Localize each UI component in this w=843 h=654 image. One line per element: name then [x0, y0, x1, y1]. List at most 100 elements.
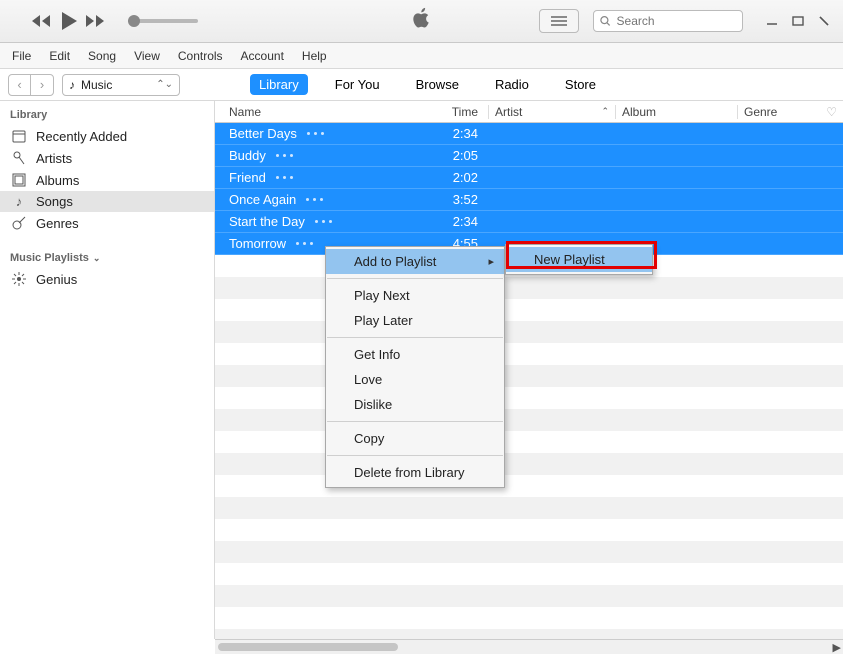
- guitar-icon: [10, 215, 28, 231]
- menu-help[interactable]: Help: [302, 49, 327, 63]
- tab-for-you[interactable]: For You: [326, 74, 389, 95]
- column-header-name[interactable]: Name: [215, 105, 440, 119]
- more-icon[interactable]: [276, 176, 293, 179]
- heart-icon: ♡: [826, 105, 837, 119]
- more-icon[interactable]: [296, 242, 313, 245]
- menu-item-copy[interactable]: Copy: [326, 426, 504, 451]
- clock-icon: [10, 128, 28, 144]
- window-minimize-button[interactable]: [763, 12, 781, 30]
- apple-logo-icon: [412, 7, 432, 35]
- menu-item-dislike[interactable]: Dislike: [326, 392, 504, 417]
- nav-forward-button[interactable]: ›: [31, 75, 53, 95]
- song-title: Tomorrow: [229, 236, 286, 251]
- submenu-add-to-playlist: New Playlist: [505, 244, 653, 275]
- window-maximize-button[interactable]: [789, 12, 807, 30]
- menu-song[interactable]: Song: [88, 49, 116, 63]
- menu-edit[interactable]: Edit: [49, 49, 70, 63]
- sidebar-item-genres[interactable]: Genres: [0, 212, 214, 234]
- player-toolbar: [0, 0, 843, 43]
- chevron-down-icon: ⌄: [93, 253, 101, 264]
- volume-slider[interactable]: [128, 19, 198, 23]
- table-row[interactable]: Once Again 3:52: [215, 189, 843, 211]
- menu-controls[interactable]: Controls: [178, 49, 223, 63]
- menubar: File Edit Song View Controls Account Hel…: [0, 43, 843, 69]
- sidebar-item-genius[interactable]: Genius: [0, 268, 214, 290]
- menu-item-new-playlist[interactable]: New Playlist: [506, 247, 652, 272]
- songs-table: Name Time Artist ⌃ Album Genre ♡ Better …: [215, 101, 843, 639]
- tab-store[interactable]: Store: [556, 74, 605, 95]
- more-icon[interactable]: [276, 154, 293, 157]
- song-duration: 3:52: [440, 192, 488, 207]
- menu-item-delete[interactable]: Delete from Library: [326, 460, 504, 485]
- search-field[interactable]: [593, 10, 743, 32]
- navigation-row: ‹ › ♪ Music ⌃⌄ Library For You Browse Ra…: [0, 69, 843, 101]
- menu-item-add-to-playlist[interactable]: Add to Playlist ▸: [326, 249, 504, 274]
- nav-back-button[interactable]: ‹: [9, 75, 31, 95]
- sidebar-header-playlists[interactable]: Music Playlists ⌄: [0, 248, 214, 268]
- menu-account[interactable]: Account: [241, 49, 284, 63]
- song-title: Buddy: [229, 148, 266, 163]
- more-icon[interactable]: [307, 132, 324, 135]
- context-menu: Add to Playlist ▸ Play Next Play Later G…: [325, 246, 505, 488]
- sidebar-item-artists[interactable]: Artists: [0, 147, 214, 169]
- sidebar-item-recently-added[interactable]: Recently Added: [0, 125, 214, 147]
- menu-item-play-later[interactable]: Play Later: [326, 308, 504, 333]
- view-options-button[interactable]: [539, 9, 579, 33]
- horizontal-scrollbar[interactable]: ▶: [215, 639, 843, 654]
- menu-item-love[interactable]: Love: [326, 367, 504, 392]
- column-header-time[interactable]: Time: [440, 105, 488, 119]
- media-picker-label: Music: [81, 78, 150, 92]
- search-input[interactable]: [617, 14, 736, 28]
- sidebar-item-label: Recently Added: [36, 129, 127, 144]
- menu-separator: [327, 278, 503, 279]
- column-header-genre[interactable]: Genre ♡: [738, 105, 843, 119]
- song-title: Friend: [229, 170, 266, 185]
- menu-item-get-info[interactable]: Get Info: [326, 342, 504, 367]
- column-header-album[interactable]: Album: [616, 105, 738, 119]
- sidebar-item-songs[interactable]: ♪ Songs: [0, 191, 214, 212]
- menu-separator: [327, 421, 503, 422]
- song-title: Once Again: [229, 192, 296, 207]
- menu-file[interactable]: File: [12, 49, 31, 63]
- note-icon: ♪: [69, 78, 75, 92]
- tab-browse[interactable]: Browse: [407, 74, 468, 95]
- note-icon: ♪: [10, 194, 28, 209]
- sidebar-item-label: Artists: [36, 151, 72, 166]
- sidebar-item-label: Genres: [36, 216, 79, 231]
- table-row[interactable]: Buddy 2:05: [215, 145, 843, 167]
- more-icon[interactable]: [315, 220, 332, 223]
- window-close-button[interactable]: [815, 12, 833, 30]
- menu-item-play-next[interactable]: Play Next: [326, 283, 504, 308]
- table-row[interactable]: Better Days 2:34: [215, 123, 843, 145]
- sidebar-item-label: Songs: [36, 194, 73, 209]
- chevron-updown-icon: ⌃⌄: [156, 79, 173, 90]
- mic-icon: [10, 150, 28, 166]
- genius-icon: [10, 271, 28, 287]
- song-title: Better Days: [229, 126, 297, 141]
- song-title: Start the Day: [229, 214, 305, 229]
- sidebar: Library Recently Added Artists Albums ♪ …: [0, 101, 215, 639]
- sidebar-item-albums[interactable]: Albums: [0, 169, 214, 191]
- sidebar-header-library: Library: [0, 105, 214, 125]
- table-header: Name Time Artist ⌃ Album Genre ♡: [215, 101, 843, 123]
- media-picker[interactable]: ♪ Music ⌃⌄: [62, 74, 180, 96]
- sidebar-item-label: Albums: [36, 173, 79, 188]
- tab-library[interactable]: Library: [250, 74, 308, 95]
- next-track-button[interactable]: [84, 13, 106, 29]
- previous-track-button[interactable]: [32, 13, 54, 29]
- scrollbar-thumb[interactable]: [218, 643, 398, 651]
- tab-radio[interactable]: Radio: [486, 74, 538, 95]
- album-icon: [10, 172, 28, 188]
- table-row[interactable]: Friend 2:02: [215, 167, 843, 189]
- song-duration: 2:34: [440, 126, 488, 141]
- menu-view[interactable]: View: [134, 49, 160, 63]
- more-icon[interactable]: [306, 198, 323, 201]
- scroll-right-icon[interactable]: ▶: [833, 641, 841, 654]
- song-duration: 2:02: [440, 170, 488, 185]
- table-row[interactable]: Start the Day 2:34: [215, 211, 843, 233]
- play-button[interactable]: [58, 10, 80, 32]
- sort-ascending-icon: ⌃: [601, 106, 609, 117]
- song-duration: 2:34: [440, 214, 488, 229]
- column-header-artist[interactable]: Artist ⌃: [488, 105, 616, 119]
- menu-separator: [327, 337, 503, 338]
